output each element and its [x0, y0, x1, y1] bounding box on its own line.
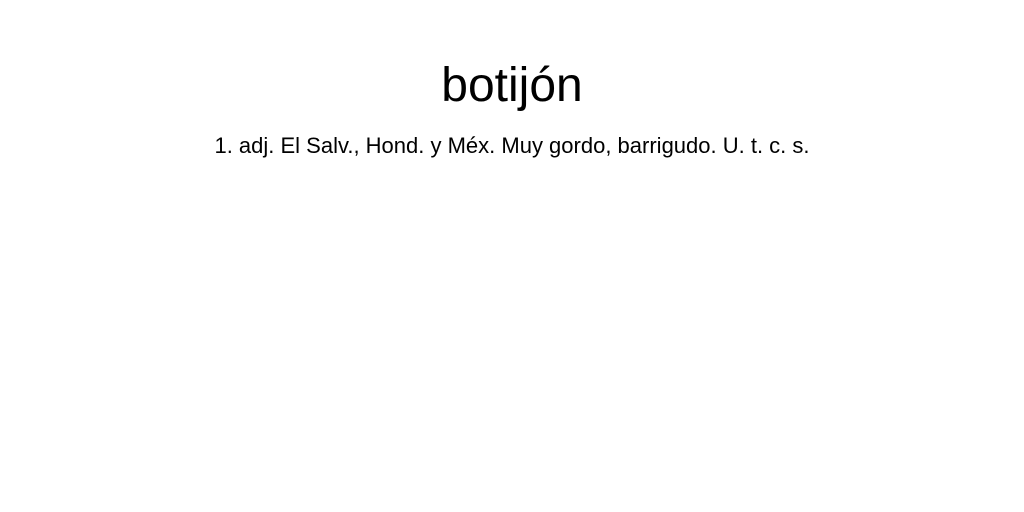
dictionary-entry-page: botijón 1. adj. El Salv., Hond. y Méx. M…	[0, 0, 1024, 512]
entry-definition: 1. adj. El Salv., Hond. y Méx. Muy gordo…	[214, 133, 810, 158]
entry-headword: botijón	[441, 59, 583, 112]
